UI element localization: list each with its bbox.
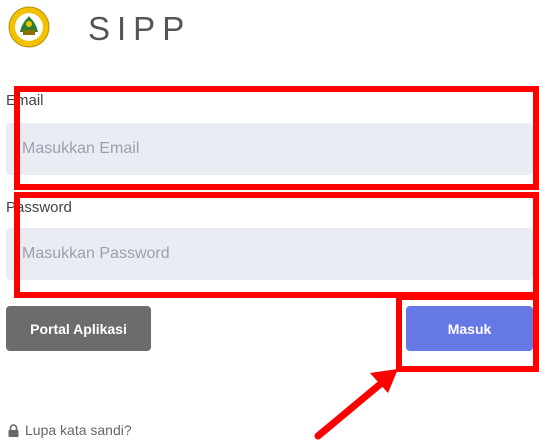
arrow-icon — [314, 369, 398, 440]
